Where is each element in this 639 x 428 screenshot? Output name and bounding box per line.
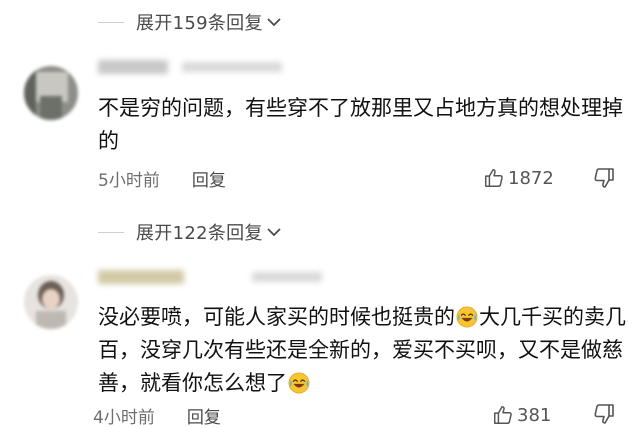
like-count: 1872 xyxy=(508,167,554,189)
comment-text-part1: 没必要喷，可能人家买的时候也挺贵的 xyxy=(98,305,455,329)
reply-button[interactable]: 回复 xyxy=(187,403,221,428)
like-button[interactable]: 1872 xyxy=(483,165,554,191)
comment-text: 不是穷的问题，有些穿不了放那里又占地方真的想处理掉的 xyxy=(98,96,623,153)
expand-replies-button-1[interactable]: 展开159条回复 xyxy=(98,8,282,36)
like-count: 381 xyxy=(517,404,552,426)
avatar[interactable] xyxy=(24,66,78,120)
expand-replies-label: 展开122条回复 xyxy=(136,223,263,244)
username-blurred[interactable] xyxy=(98,270,184,284)
comment-meta: 5小时前 回复 xyxy=(98,166,226,191)
laughing-crying-emoji-icon xyxy=(288,372,310,394)
chevron-down-icon xyxy=(267,228,281,237)
comment-time: 4小时前 xyxy=(93,407,155,428)
expand-replies-label: 展开159条回复 xyxy=(136,13,263,34)
expand-divider-line xyxy=(98,21,124,23)
thumbs-up-icon xyxy=(485,169,503,187)
reply-button[interactable]: 回复 xyxy=(192,166,226,191)
thumbs-down-icon[interactable] xyxy=(592,402,616,426)
comment-meta: 4小时前 回复 xyxy=(93,403,221,428)
user-info-blurred xyxy=(252,272,322,282)
avatar[interactable] xyxy=(24,275,78,329)
comment-text: 没必要喷，可能人家买的时候也挺贵的 大几千买的卖几百，没穿几次有些还是全新的，爱买… xyxy=(98,301,633,400)
user-info-blurred xyxy=(182,62,282,72)
chevron-down-icon xyxy=(267,18,281,27)
thumbs-up-icon xyxy=(494,406,512,424)
expand-replies-button-2[interactable]: 展开122条回复 xyxy=(98,218,282,246)
laughing-crying-emoji-icon xyxy=(456,306,478,328)
username-blurred[interactable] xyxy=(98,60,168,74)
like-button[interactable]: 381 xyxy=(492,402,551,428)
thumbs-down-icon[interactable] xyxy=(592,166,616,190)
comment-time: 5小时前 xyxy=(98,170,160,191)
expand-divider-line xyxy=(98,231,124,233)
